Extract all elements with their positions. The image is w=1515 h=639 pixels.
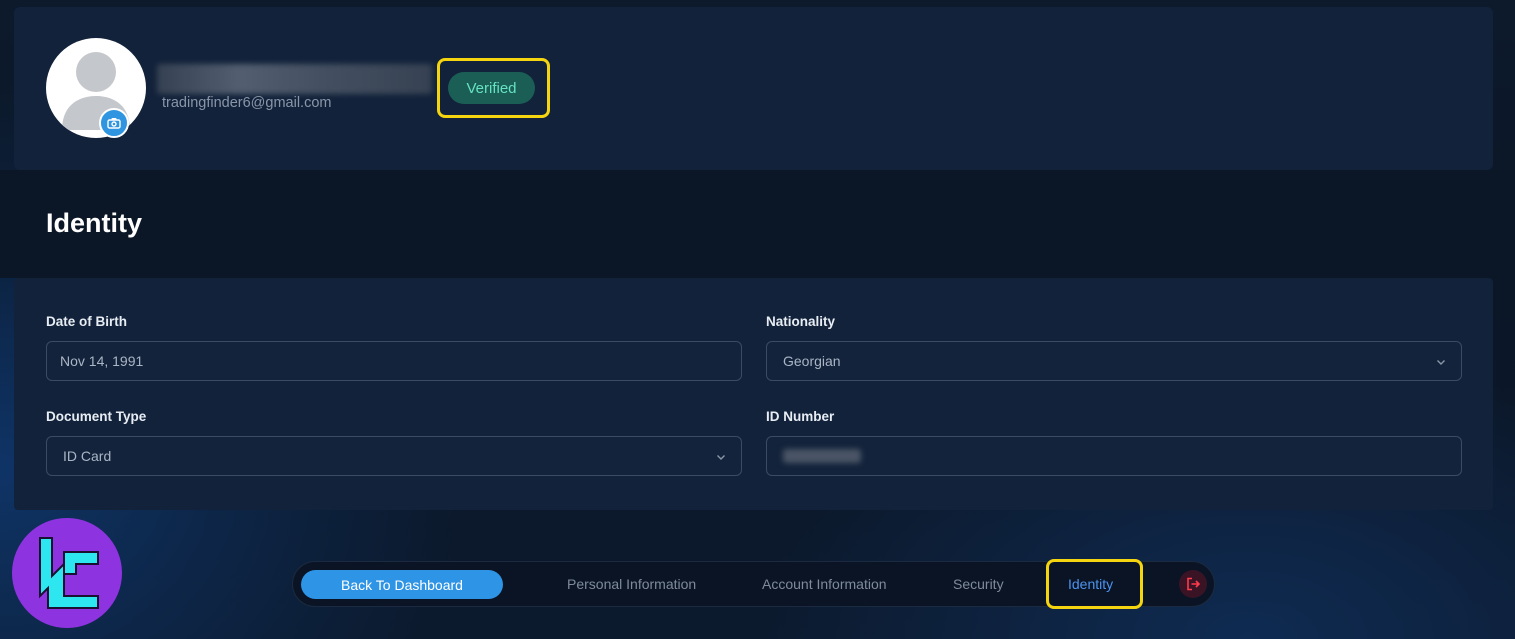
user-name-redacted [157,64,432,94]
tab-security[interactable]: Security [953,576,1004,592]
tradingfinder-logo [12,518,122,628]
chevron-down-icon [717,455,725,460]
tab-personal-information[interactable]: Personal Information [567,576,696,592]
avatar[interactable] [46,38,146,138]
nationality-select[interactable]: Georgian [766,341,1462,381]
chevron-down-icon [1437,360,1445,365]
page-title: Identity [46,208,143,238]
section-header [0,170,1515,278]
date-of-birth-value: Nov 14, 1991 [60,353,144,369]
user-placeholder-icon [62,52,130,130]
user-email: tradingfinder6@gmail.com [162,95,332,111]
logout-icon [1187,577,1201,591]
nationality-value: Georgian [783,353,841,369]
date-of-birth-label: Date of Birth [46,314,127,329]
tab-account-information[interactable]: Account Information [762,576,887,592]
id-number-redacted [783,449,861,463]
document-type-value: ID Card [63,448,112,464]
nationality-label: Nationality [766,314,836,329]
back-to-dashboard-button[interactable]: Back To Dashboard [301,570,503,599]
change-photo-button[interactable] [99,108,129,138]
logout-button[interactable] [1179,570,1207,598]
verified-badge: Verified [448,72,535,104]
document-type-select[interactable]: ID Card [46,436,742,476]
id-number-field[interactable] [766,436,1462,476]
tradingfinder-logo-icon [39,537,99,609]
id-number-label: ID Number [766,409,835,424]
tab-identity[interactable]: Identity [1068,576,1113,592]
date-of-birth-field[interactable]: Nov 14, 1991 [46,341,742,381]
camera-icon [107,118,121,129]
document-type-label: Document Type [46,409,147,424]
